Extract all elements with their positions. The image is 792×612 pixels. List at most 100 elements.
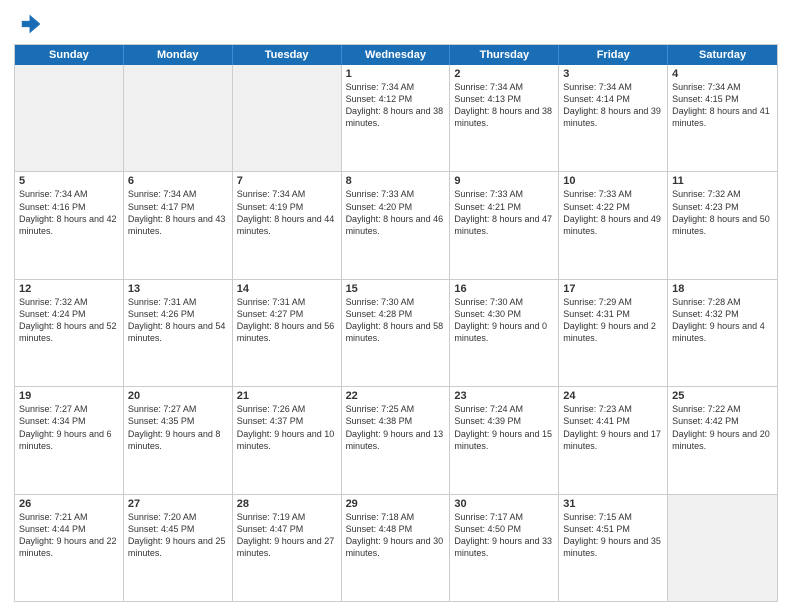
cell-2-6: 18Sunrise: 7:28 AM Sunset: 4:32 PM Dayli… — [668, 280, 777, 386]
cell-day-number: 5 — [19, 175, 119, 187]
cell-info: Sunrise: 7:31 AM Sunset: 4:26 PM Dayligh… — [128, 296, 228, 345]
cell-info: Sunrise: 7:32 AM Sunset: 4:24 PM Dayligh… — [19, 296, 119, 345]
day-header-thursday: Thursday — [450, 45, 559, 65]
cell-day-number: 19 — [19, 390, 119, 402]
week-row-1: 5Sunrise: 7:34 AM Sunset: 4:16 PM Daylig… — [15, 172, 777, 279]
cell-0-0 — [15, 65, 124, 171]
cell-3-2: 21Sunrise: 7:26 AM Sunset: 4:37 PM Dayli… — [233, 387, 342, 493]
cell-0-3: 1Sunrise: 7:34 AM Sunset: 4:12 PM Daylig… — [342, 65, 451, 171]
cell-day-number: 12 — [19, 283, 119, 295]
cell-day-number: 10 — [563, 175, 663, 187]
cell-day-number: 26 — [19, 498, 119, 510]
cell-0-5: 3Sunrise: 7:34 AM Sunset: 4:14 PM Daylig… — [559, 65, 668, 171]
cell-info: Sunrise: 7:28 AM Sunset: 4:32 PM Dayligh… — [672, 296, 773, 345]
cell-info: Sunrise: 7:20 AM Sunset: 4:45 PM Dayligh… — [128, 511, 228, 560]
cell-info: Sunrise: 7:33 AM Sunset: 4:20 PM Dayligh… — [346, 188, 446, 237]
cell-day-number: 30 — [454, 498, 554, 510]
cell-day-number: 1 — [346, 68, 446, 80]
cell-day-number: 24 — [563, 390, 663, 402]
cell-4-6 — [668, 495, 777, 601]
cell-day-number: 2 — [454, 68, 554, 80]
cell-info: Sunrise: 7:25 AM Sunset: 4:38 PM Dayligh… — [346, 403, 446, 452]
cell-0-1 — [124, 65, 233, 171]
cell-day-number: 7 — [237, 175, 337, 187]
cell-day-number: 8 — [346, 175, 446, 187]
cell-info: Sunrise: 7:34 AM Sunset: 4:16 PM Dayligh… — [19, 188, 119, 237]
cell-1-4: 9Sunrise: 7:33 AM Sunset: 4:21 PM Daylig… — [450, 172, 559, 278]
cell-day-number: 20 — [128, 390, 228, 402]
cell-info: Sunrise: 7:34 AM Sunset: 4:14 PM Dayligh… — [563, 81, 663, 130]
cell-3-3: 22Sunrise: 7:25 AM Sunset: 4:38 PM Dayli… — [342, 387, 451, 493]
cell-info: Sunrise: 7:34 AM Sunset: 4:15 PM Dayligh… — [672, 81, 773, 130]
cell-1-0: 5Sunrise: 7:34 AM Sunset: 4:16 PM Daylig… — [15, 172, 124, 278]
cell-day-number: 11 — [672, 175, 773, 187]
cell-info: Sunrise: 7:17 AM Sunset: 4:50 PM Dayligh… — [454, 511, 554, 560]
cell-3-0: 19Sunrise: 7:27 AM Sunset: 4:34 PM Dayli… — [15, 387, 124, 493]
week-row-0: 1Sunrise: 7:34 AM Sunset: 4:12 PM Daylig… — [15, 65, 777, 172]
cell-day-number: 23 — [454, 390, 554, 402]
cell-info: Sunrise: 7:22 AM Sunset: 4:42 PM Dayligh… — [672, 403, 773, 452]
cell-2-3: 15Sunrise: 7:30 AM Sunset: 4:28 PM Dayli… — [342, 280, 451, 386]
cell-day-number: 4 — [672, 68, 773, 80]
week-row-3: 19Sunrise: 7:27 AM Sunset: 4:34 PM Dayli… — [15, 387, 777, 494]
cell-1-1: 6Sunrise: 7:34 AM Sunset: 4:17 PM Daylig… — [124, 172, 233, 278]
cell-info: Sunrise: 7:33 AM Sunset: 4:21 PM Dayligh… — [454, 188, 554, 237]
cell-4-2: 28Sunrise: 7:19 AM Sunset: 4:47 PM Dayli… — [233, 495, 342, 601]
cell-2-1: 13Sunrise: 7:31 AM Sunset: 4:26 PM Dayli… — [124, 280, 233, 386]
day-header-friday: Friday — [559, 45, 668, 65]
cell-info: Sunrise: 7:30 AM Sunset: 4:28 PM Dayligh… — [346, 296, 446, 345]
cell-day-number: 31 — [563, 498, 663, 510]
cell-day-number: 14 — [237, 283, 337, 295]
cell-day-number: 22 — [346, 390, 446, 402]
cell-2-4: 16Sunrise: 7:30 AM Sunset: 4:30 PM Dayli… — [450, 280, 559, 386]
cell-1-2: 7Sunrise: 7:34 AM Sunset: 4:19 PM Daylig… — [233, 172, 342, 278]
cell-0-2 — [233, 65, 342, 171]
cell-3-6: 25Sunrise: 7:22 AM Sunset: 4:42 PM Dayli… — [668, 387, 777, 493]
cell-info: Sunrise: 7:34 AM Sunset: 4:12 PM Dayligh… — [346, 81, 446, 130]
day-header-saturday: Saturday — [668, 45, 777, 65]
day-header-tuesday: Tuesday — [233, 45, 342, 65]
cell-4-5: 31Sunrise: 7:15 AM Sunset: 4:51 PM Dayli… — [559, 495, 668, 601]
cell-info: Sunrise: 7:26 AM Sunset: 4:37 PM Dayligh… — [237, 403, 337, 452]
header — [14, 10, 778, 38]
cell-info: Sunrise: 7:15 AM Sunset: 4:51 PM Dayligh… — [563, 511, 663, 560]
cell-info: Sunrise: 7:24 AM Sunset: 4:39 PM Dayligh… — [454, 403, 554, 452]
cell-day-number: 27 — [128, 498, 228, 510]
cell-day-number: 25 — [672, 390, 773, 402]
cell-2-0: 12Sunrise: 7:32 AM Sunset: 4:24 PM Dayli… — [15, 280, 124, 386]
cell-day-number: 29 — [346, 498, 446, 510]
cell-day-number: 6 — [128, 175, 228, 187]
cell-day-number: 28 — [237, 498, 337, 510]
cell-4-1: 27Sunrise: 7:20 AM Sunset: 4:45 PM Dayli… — [124, 495, 233, 601]
cell-day-number: 18 — [672, 283, 773, 295]
cell-day-number: 9 — [454, 175, 554, 187]
cell-info: Sunrise: 7:33 AM Sunset: 4:22 PM Dayligh… — [563, 188, 663, 237]
week-row-4: 26Sunrise: 7:21 AM Sunset: 4:44 PM Dayli… — [15, 495, 777, 601]
cell-day-number: 16 — [454, 283, 554, 295]
cell-info: Sunrise: 7:34 AM Sunset: 4:19 PM Dayligh… — [237, 188, 337, 237]
week-row-2: 12Sunrise: 7:32 AM Sunset: 4:24 PM Dayli… — [15, 280, 777, 387]
cell-info: Sunrise: 7:27 AM Sunset: 4:35 PM Dayligh… — [128, 403, 228, 452]
cell-3-4: 23Sunrise: 7:24 AM Sunset: 4:39 PM Dayli… — [450, 387, 559, 493]
day-header-wednesday: Wednesday — [342, 45, 451, 65]
day-header-sunday: Sunday — [15, 45, 124, 65]
cell-info: Sunrise: 7:21 AM Sunset: 4:44 PM Dayligh… — [19, 511, 119, 560]
cell-info: Sunrise: 7:29 AM Sunset: 4:31 PM Dayligh… — [563, 296, 663, 345]
day-header-monday: Monday — [124, 45, 233, 65]
cell-4-0: 26Sunrise: 7:21 AM Sunset: 4:44 PM Dayli… — [15, 495, 124, 601]
cell-1-6: 11Sunrise: 7:32 AM Sunset: 4:23 PM Dayli… — [668, 172, 777, 278]
cell-day-number: 15 — [346, 283, 446, 295]
cell-2-2: 14Sunrise: 7:31 AM Sunset: 4:27 PM Dayli… — [233, 280, 342, 386]
cell-1-5: 10Sunrise: 7:33 AM Sunset: 4:22 PM Dayli… — [559, 172, 668, 278]
cell-day-number: 13 — [128, 283, 228, 295]
cell-3-1: 20Sunrise: 7:27 AM Sunset: 4:35 PM Dayli… — [124, 387, 233, 493]
weeks: 1Sunrise: 7:34 AM Sunset: 4:12 PM Daylig… — [15, 65, 777, 601]
cell-info: Sunrise: 7:23 AM Sunset: 4:41 PM Dayligh… — [563, 403, 663, 452]
cell-day-number: 3 — [563, 68, 663, 80]
cell-day-number: 17 — [563, 283, 663, 295]
cell-info: Sunrise: 7:27 AM Sunset: 4:34 PM Dayligh… — [19, 403, 119, 452]
page: SundayMondayTuesdayWednesdayThursdayFrid… — [0, 0, 792, 612]
cell-info: Sunrise: 7:32 AM Sunset: 4:23 PM Dayligh… — [672, 188, 773, 237]
day-headers: SundayMondayTuesdayWednesdayThursdayFrid… — [15, 45, 777, 65]
cell-4-3: 29Sunrise: 7:18 AM Sunset: 4:48 PM Dayli… — [342, 495, 451, 601]
